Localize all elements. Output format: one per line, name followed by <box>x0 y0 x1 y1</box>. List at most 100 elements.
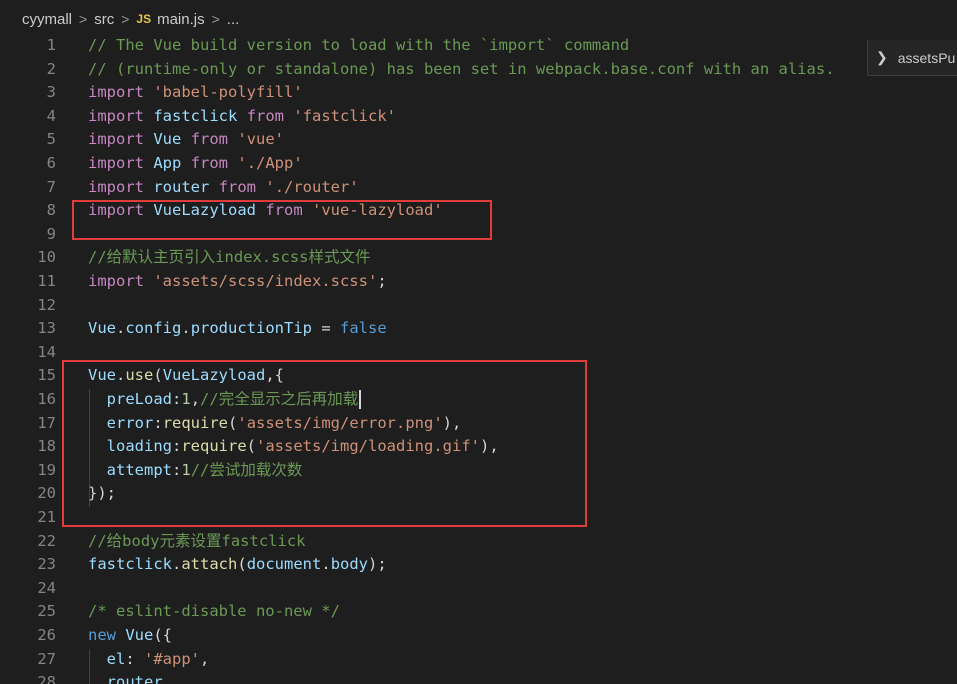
code-line[interactable]: 22 //给body元素设置fastclick <box>0 530 957 554</box>
code-token: }); <box>88 484 116 503</box>
code-line[interactable]: 20}); <box>0 482 957 506</box>
code-token: import <box>88 201 144 220</box>
code-token: error <box>106 413 154 432</box>
code-line[interactable]: 14 <box>0 341 957 365</box>
code-line[interactable]: 8 import VueLazyload from 'vue-lazyload' <box>0 199 957 223</box>
code-line[interactable]: 11 import 'assets/scss/index.scss'; <box>0 270 957 294</box>
code-line[interactable]: 1 // The Vue build version to load with t… <box>0 34 957 58</box>
code-line[interactable]: 12 <box>0 294 957 318</box>
code-line[interactable]: 10 //给默认主页引入index.scss样式文件 <box>0 246 957 270</box>
code-token: fastclick <box>153 106 238 125</box>
code-token: from <box>190 130 229 149</box>
breadcrumb-item-file[interactable]: main.js <box>157 11 205 28</box>
code-token: './App' <box>237 154 303 172</box>
code-text: el: '#app', <box>88 648 210 672</box>
code-line[interactable]: 27 el: '#app', <box>0 648 957 672</box>
code-token: /* eslint-disable no-new */ <box>88 602 340 621</box>
code-token: 'vue' <box>237 130 285 149</box>
code-token: . <box>116 319 126 338</box>
code-token: body <box>330 555 369 574</box>
code-token: . <box>116 366 126 385</box>
code-token: import <box>88 154 144 172</box>
code-token: ), <box>442 413 462 432</box>
chevron-right-icon: > <box>211 11 220 27</box>
code-line[interactable]: 19 attempt:1//尝试加载次数 <box>0 459 957 483</box>
code-token: ( <box>246 437 257 456</box>
code-line[interactable]: 6 import App from './App' <box>0 152 957 176</box>
code-token: 1 <box>181 390 191 408</box>
code-token: . <box>172 555 182 574</box>
code-line[interactable]: 26 new Vue({ <box>0 624 957 648</box>
code-line[interactable]: 7 import router from './router' <box>0 176 957 200</box>
code-token: ; <box>377 272 387 290</box>
code-text: error:require('assets/img/error.png'), <box>88 412 462 436</box>
breadcrumb-item-project[interactable]: cyymall <box>22 11 72 28</box>
code-line[interactable]: 17 error:require('assets/img/error.png')… <box>0 412 957 436</box>
code-token: import <box>88 83 144 102</box>
code-token: Vue <box>88 319 116 338</box>
code-line[interactable]: 4 import fastclick from 'fastclick' <box>0 105 957 129</box>
chevron-right-icon: > <box>121 11 130 27</box>
code-token: require <box>162 413 229 432</box>
code-line[interactable]: 2 // (runtime-only or standalone) has bee… <box>0 58 957 82</box>
outline-panel[interactable]: ❯ assetsPu <box>867 40 957 76</box>
code-line[interactable]: 24 <box>0 577 957 601</box>
breadcrumb-item-folder[interactable]: src <box>94 11 114 28</box>
line-number: 7 <box>46 177 56 196</box>
line-number: 19 <box>37 460 56 479</box>
code-token: ,{ <box>265 366 285 385</box>
code-token: 'assets/img/loading.gif' <box>256 437 480 456</box>
code-line[interactable]: 18 loading:require('assets/img/loading.g… <box>0 435 957 459</box>
code-line[interactable]: 13 Vue.config.productionTip = false <box>0 317 957 341</box>
line-number: 24 <box>37 578 56 597</box>
code-text: import VueLazyload from 'vue-lazyload' <box>88 199 443 223</box>
line-number: 1 <box>46 36 56 54</box>
code-token: import <box>88 177 144 196</box>
code-text: new Vue({ <box>88 624 172 648</box>
code-token: = <box>312 319 341 338</box>
code-token: ( <box>237 555 247 574</box>
line-number: 12 <box>37 295 56 314</box>
code-line[interactable]: 16 preLoad:1,//完全显示之后再加载 <box>0 388 957 412</box>
code-line[interactable]: 15 Vue.use(VueLazyload,{ <box>0 364 957 388</box>
line-number: 9 <box>46 224 56 243</box>
chevron-right-icon[interactable]: ❯ <box>876 49 888 66</box>
code-token: Vue <box>153 130 182 149</box>
code-token: 'babel-polyfill' <box>153 83 303 102</box>
code-line[interactable]: 25 /* eslint-disable no-new */ <box>0 600 957 624</box>
javascript-file-icon: JS <box>136 12 152 26</box>
code-line[interactable]: 23 fastclick.attach(document.body); <box>0 553 957 577</box>
code-token: false <box>340 319 387 338</box>
line-number: 17 <box>37 413 56 432</box>
code-editor[interactable]: 1 // The Vue build version to load with t… <box>0 34 957 684</box>
code-token: document <box>246 555 322 574</box>
code-text: // The Vue build version to load with th… <box>88 34 629 58</box>
code-line[interactable]: 3 import 'babel-polyfill' <box>0 81 957 105</box>
code-line[interactable]: 21 <box>0 506 957 530</box>
code-token: //尝试加载次数 <box>190 460 303 479</box>
code-token: new <box>88 626 116 644</box>
code-token: from <box>218 177 257 196</box>
code-token: productionTip <box>190 319 313 338</box>
code-token: attach <box>181 555 238 574</box>
code-token: 'fastclick' <box>293 106 397 125</box>
code-line[interactable]: 9 <box>0 223 957 247</box>
code-token: router <box>153 177 210 196</box>
code-line[interactable]: 28 router, <box>0 671 957 684</box>
code-token: . <box>321 555 331 574</box>
code-token: loading <box>106 437 172 456</box>
code-line[interactable]: 5 import Vue from 'vue' <box>0 128 957 152</box>
breadcrumb-item-symbols[interactable]: ... <box>227 11 240 28</box>
code-text: // (runtime-only or standalone) has been… <box>88 58 835 82</box>
code-token: import <box>88 272 144 290</box>
line-number: 27 <box>37 649 56 668</box>
